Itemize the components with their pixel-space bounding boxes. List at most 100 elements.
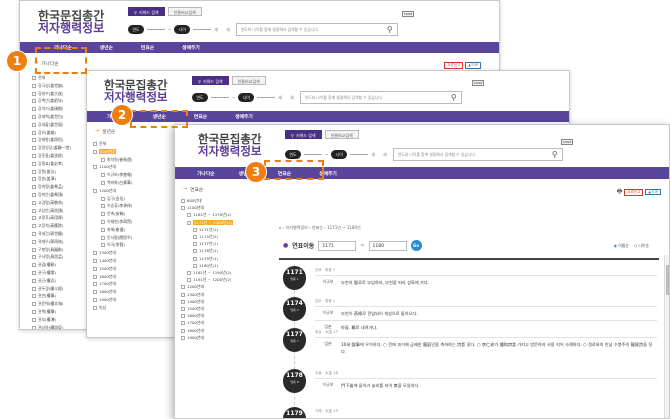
tree-item[interactable]: 이규보(李奎報) [93,171,132,179]
nav-life-cycle[interactable]: 생애주기 [168,44,214,51]
age-input[interactable] [257,97,276,98]
checkbox-icon[interactable] [93,297,97,302]
tree-item[interactable]: 최치원(崔致遠) [93,156,132,164]
tree-item[interactable]: 1600년대 [181,312,233,319]
year-input[interactable] [147,29,165,30]
checkbox-icon[interactable] [93,274,97,279]
tree-item[interactable]: 강준흠(姜浚欽) [32,152,71,160]
tree-item[interactable]: 강재항(姜再恒) [32,136,71,144]
tree-item[interactable]: 곽재우(郭再祐) [32,238,71,246]
search-input[interactable]: 연도와 나이를 함께 설정해서 검색할 수 있습니다. ⚲ [235,23,398,36]
checkbox-icon[interactable] [32,224,36,229]
tree-item[interactable]: 강유(姜維) [32,129,71,137]
checkbox-icon[interactable] [32,130,36,135]
error-report-button[interactable]: 오류신고 [624,188,644,196]
tree-subitem[interactable]: 1180년(1) [181,262,233,269]
checkbox-icon[interactable] [93,251,97,256]
age-chip[interactable]: 나이 [174,25,191,34]
tree-item[interactable]: 1500년대 [93,265,132,273]
checkbox-icon[interactable] [32,177,36,182]
tree-item[interactable]: 800년대 [181,197,233,204]
checkbox-icon[interactable] [93,305,97,310]
tree-item[interactable]: 강극성(姜克誠) [32,82,71,90]
checkbox-icon[interactable] [101,173,105,178]
checkbox-icon[interactable] [101,219,105,224]
checkbox-icon[interactable] [93,282,97,287]
author-name[interactable]: 임춘 [315,338,341,359]
checkbox-icon[interactable] [93,165,97,170]
tab-person-compare[interactable]: 인물비교검색 [231,76,266,85]
checkbox-icon[interactable] [32,263,36,268]
checkbox-icon[interactable] [32,76,36,80]
checkbox-icon[interactable] [32,231,36,236]
tree-item[interactable]: 1191년 ~ 1200년(2) [181,276,233,283]
checkbox-icon[interactable] [32,325,36,329]
author-name[interactable]: 이규보 [315,379,341,392]
top-button[interactable]: ▲TOP [645,189,661,195]
tree-item[interactable]: 안축(安軸) [93,210,132,218]
checkbox-icon[interactable] [32,286,36,291]
checkbox-icon[interactable] [101,196,105,201]
search-input[interactable]: 연도와 나이를 함께 설정해서 검색할 수 있습니다. ⚲ [299,91,462,104]
tree-item[interactable]: 이승휴(李承休) [93,202,132,210]
checkbox-icon[interactable] [93,188,97,193]
checkbox-icon[interactable] [101,157,105,162]
checkbox-icon[interactable] [32,255,36,260]
tree-item[interactable]: 강세백(姜世白) [32,113,71,121]
tree-subitem[interactable]: 1177년(1) [181,240,233,247]
tree-item[interactable]: 고상안(高尙顔) [32,207,71,215]
age-input[interactable] [193,29,212,30]
checkbox-icon[interactable] [32,91,36,96]
tree-item[interactable]: 구봉령(具鳳齡) [32,246,71,254]
checkbox-icon[interactable] [32,278,36,283]
checkbox-icon[interactable] [181,328,185,333]
tree-item[interactable]: 전체 [32,74,71,82]
tree-item[interactable]: 1161년 ~ 1170년(2) [181,211,233,218]
checkbox-icon[interactable] [193,249,197,254]
site-logo[interactable]: 한국문집총간 저자행력정보 [38,10,104,35]
year-input[interactable] [304,154,322,155]
tree-item[interactable]: 강석기(姜碩期) [32,105,71,113]
checkbox-icon[interactable] [93,258,97,263]
tree-item[interactable]: 권근(權近) [32,277,71,285]
checkbox-icon[interactable] [93,290,97,295]
tree-item[interactable]: 이제현(李齊賢) [93,218,132,226]
checkbox-icon[interactable] [193,227,197,232]
checkbox-icon[interactable] [181,299,185,304]
tree-item[interactable]: 1900년대 [93,296,132,304]
radio-name-sort[interactable]: ◉ [614,243,617,248]
checkbox-icon[interactable] [32,317,36,322]
tree-item[interactable]: 권만(權萬) [32,292,71,300]
checkbox-icon[interactable] [193,242,197,247]
nav-life-cycle[interactable]: 생애주기 [221,113,267,120]
tree-item[interactable]: 1200년대 [93,187,132,195]
checkbox-icon[interactable] [193,256,197,261]
tree-item[interactable]: 1900년대 [181,334,233,341]
checkbox-icon[interactable] [32,169,36,174]
tree-item[interactable]: 1500년대 [181,305,233,312]
year-input[interactable] [211,97,229,98]
tree-item[interactable]: 이곡(李穀) [93,241,132,249]
tab-keyword-search[interactable]: ⚲ 키워드 검색 [285,130,322,139]
checkbox-icon[interactable] [32,161,36,166]
checkbox-icon[interactable] [32,247,36,252]
year-badge[interactable]: 1174 명종 4 [283,297,306,321]
keyboard-icon[interactable]: KRNB [561,139,574,145]
nav-chronology[interactable]: 연표순 [127,44,168,51]
tree-item[interactable]: 권상하(權尙夏) [32,324,71,329]
tree-item[interactable]: 1400년대 [93,257,132,265]
checkbox-icon[interactable] [101,235,105,240]
tree-item[interactable]: 강희안(姜希顔) [32,191,71,199]
tree-subitem[interactable]: 1174년(2) [181,233,233,240]
checkbox-icon[interactable] [93,266,97,271]
checkbox-icon[interactable] [181,292,185,297]
print-icon[interactable]: 🖶 [617,187,623,197]
checkbox-icon[interactable] [181,285,185,290]
author-name[interactable]: 이규보 [315,307,341,320]
checkbox-icon[interactable] [32,99,36,104]
checkbox-icon[interactable] [32,138,36,143]
checkbox-icon[interactable] [32,294,36,299]
checkbox-icon[interactable] [187,271,191,276]
tree-item[interactable]: 권부(權溥) [32,316,71,324]
year-chip[interactable]: 연도 [285,150,301,159]
